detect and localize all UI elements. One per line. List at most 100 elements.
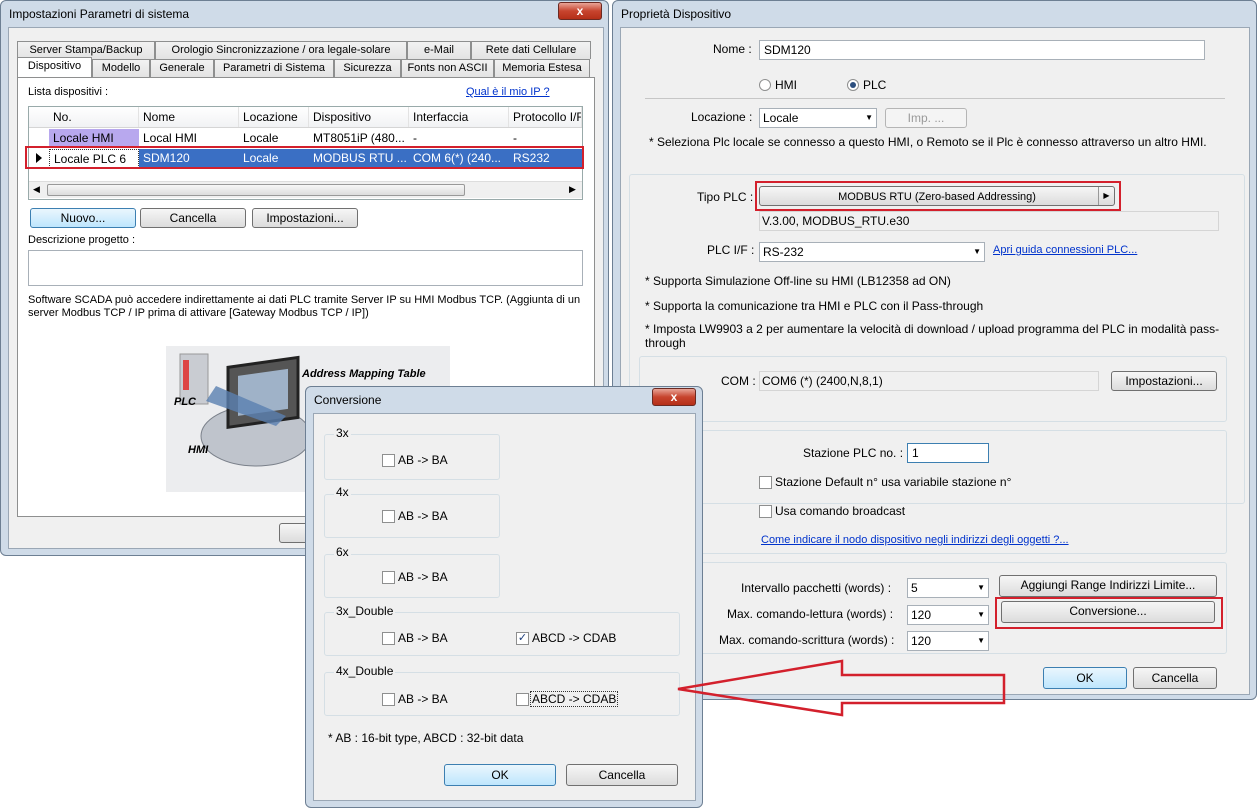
delete-device-button[interactable]: Cancella	[140, 208, 246, 228]
chevron-down-icon: ▼	[865, 113, 873, 122]
name-label: Nome :	[713, 42, 752, 56]
conversion-client: 3x AB -> BA 4x AB -> BA 6x AB -> BA 3x_D…	[313, 413, 696, 801]
3x-ab-label: AB -> BA	[398, 453, 448, 467]
group-4x-double-title: 4x_Double	[334, 664, 396, 678]
4x-double-ab-label: AB -> BA	[398, 692, 448, 706]
3x-double-ab-label: AB -> BA	[398, 631, 448, 645]
diagram-hmi-label: HMI	[188, 444, 209, 456]
plc-if-label: PLC I/F :	[707, 243, 755, 257]
col-interfaccia[interactable]: Interfaccia	[409, 107, 509, 127]
max-read-select[interactable]: 120 ▼	[907, 605, 989, 625]
max-write-select[interactable]: 120 ▼	[907, 631, 989, 651]
scroll-left-icon[interactable]: ◀	[33, 184, 40, 195]
4x-double-abcd-checkbox[interactable]	[516, 693, 529, 706]
highlight-conversion-button	[995, 597, 1223, 629]
4x-double-abcd-label: ABCD -> CDAB	[530, 691, 619, 707]
cancel-button[interactable]: Cancella	[1133, 667, 1217, 689]
3x-double-ab-checkbox[interactable]	[382, 632, 395, 645]
red-arrow-annotation	[677, 659, 1006, 717]
group-3x-title: 3x	[334, 426, 351, 440]
col-nome[interactable]: Nome	[139, 107, 239, 127]
plc-if-select[interactable]: RS-232 ▼	[759, 242, 985, 262]
chevron-down-icon: ▼	[977, 610, 985, 619]
scroll-thumb[interactable]	[47, 184, 465, 196]
close-button[interactable]: x	[652, 388, 696, 406]
chevron-down-icon: ▼	[977, 583, 985, 592]
default-station-checkbox[interactable]	[759, 476, 772, 489]
station-input[interactable]: 1	[907, 443, 989, 463]
col-locazione[interactable]: Locazione	[239, 107, 309, 127]
tab-fonts[interactable]: Fonts non ASCII	[401, 59, 494, 77]
add-range-button[interactable]: Aggiungi Range Indirizzi Limite...	[999, 575, 1217, 597]
6x-ab-label: AB -> BA	[398, 570, 448, 584]
plc-guide-link[interactable]: Apri guida connessioni PLC...	[993, 244, 1137, 256]
3x-double-abcd-label: ABCD -> CDAB	[532, 631, 617, 645]
plc-if-value: RS-232	[763, 245, 804, 259]
highlight-selected-row	[25, 146, 584, 169]
device-props-window: Proprietà Dispositivo Nome : SDM120 HMI …	[612, 0, 1257, 700]
tab-orologio[interactable]: Orologio Sincronizzazione / ora legale-s…	[155, 41, 407, 59]
tab-sicurezza[interactable]: Sicurezza	[334, 59, 401, 77]
col-protocollo[interactable]: Protocollo I/F	[509, 107, 582, 127]
tab-email[interactable]: e-Mail	[407, 41, 471, 59]
node-link[interactable]: Come indicare il nodo dispositivo negli …	[761, 534, 1069, 546]
3x-ab-checkbox[interactable]	[382, 454, 395, 467]
4x-ab-label: AB -> BA	[398, 509, 448, 523]
conversion-cancel-button[interactable]: Cancella	[566, 764, 678, 786]
name-input[interactable]: SDM120	[759, 40, 1205, 60]
radio-plc[interactable]	[847, 79, 859, 91]
max-read-value: 120	[911, 608, 932, 622]
new-device-button[interactable]: Nuovo...	[30, 208, 136, 228]
broadcast-label: Usa comando broadcast	[775, 504, 906, 518]
tab-modello[interactable]: Modello	[92, 59, 150, 77]
max-write-value: 120	[911, 634, 932, 648]
plc-type-label: Tipo PLC :	[697, 190, 754, 204]
group-3x-double	[324, 612, 680, 656]
max-write-label: Max. comando-scrittura (words) :	[719, 633, 895, 647]
tab-generale[interactable]: Generale	[150, 59, 214, 77]
conversion-dialog: Conversione x 3x AB -> BA 4x AB -> BA 6x…	[305, 386, 703, 808]
diagram-plc-label: PLC	[174, 396, 196, 408]
window-title: Proprietà Dispositivo	[621, 7, 732, 21]
com-settings-button[interactable]: Impostazioni...	[1111, 371, 1217, 391]
broadcast-checkbox[interactable]	[759, 505, 772, 518]
location-note: * Seleziona Plc locale se connesso a que…	[649, 135, 1207, 149]
6x-ab-checkbox[interactable]	[382, 571, 395, 584]
4x-ab-checkbox[interactable]	[382, 510, 395, 523]
ip-link[interactable]: Qual è il mio IP ?	[466, 86, 550, 98]
interval-select[interactable]: 5 ▼	[907, 578, 989, 598]
4x-double-ab-checkbox[interactable]	[382, 693, 395, 706]
ok-button[interactable]: OK	[1043, 667, 1127, 689]
com-label: COM :	[721, 374, 756, 388]
radio-hmi[interactable]	[759, 79, 771, 91]
conversion-ok-button[interactable]: OK	[444, 764, 556, 786]
max-read-label: Max. comando-lettura (words) :	[727, 607, 894, 621]
note-offline-sim: * Supporta Simulazione Off-line su HMI (…	[645, 274, 951, 288]
window-title: Impostazioni Parametri di sistema	[9, 7, 190, 21]
tab-rete-dati[interactable]: Rete dati Cellulare	[471, 41, 591, 59]
station-label: Stazione PLC no. :	[803, 446, 904, 460]
desc-textarea[interactable]	[28, 250, 583, 286]
com-value: COM6 (*) (2400,N,8,1)	[762, 374, 883, 388]
scroll-right-icon[interactable]: ▶	[569, 184, 576, 195]
tab-memoria-estesa[interactable]: Memoria Estesa	[494, 59, 590, 77]
device-settings-button[interactable]: Impostazioni...	[252, 208, 358, 228]
3x-double-abcd-checkbox[interactable]: ✓	[516, 632, 529, 645]
col-no[interactable]: No.	[49, 107, 139, 127]
note-pass-through: * Supporta la comunicazione tra HMI e PL…	[645, 299, 984, 313]
location-select[interactable]: Locale ▼	[759, 108, 877, 128]
chevron-down-icon: ▼	[973, 247, 981, 256]
table-hscrollbar[interactable]: ◀ ▶	[29, 181, 582, 198]
conversion-note: * AB : 16-bit type, ABCD : 32-bit data	[328, 731, 524, 745]
interval-label: Intervallo pacchetti (words) :	[741, 581, 892, 595]
separator	[645, 98, 1225, 99]
tab-dispositivo[interactable]: Dispositivo	[17, 57, 92, 77]
imp-button[interactable]: Imp. ...	[885, 108, 967, 128]
dialog-title: Conversione	[314, 393, 382, 407]
com-field: COM6 (*) (2400,N,8,1)	[759, 371, 1099, 391]
tab-parametri-sistema[interactable]: Parametri di Sistema	[214, 59, 334, 77]
note-lw9903: * Imposta LW9903 a 2 per aumentare la ve…	[645, 322, 1220, 350]
col-dispositivo[interactable]: Dispositivo	[309, 107, 409, 127]
location-value: Locale	[763, 111, 799, 125]
close-button[interactable]: x	[558, 2, 602, 20]
